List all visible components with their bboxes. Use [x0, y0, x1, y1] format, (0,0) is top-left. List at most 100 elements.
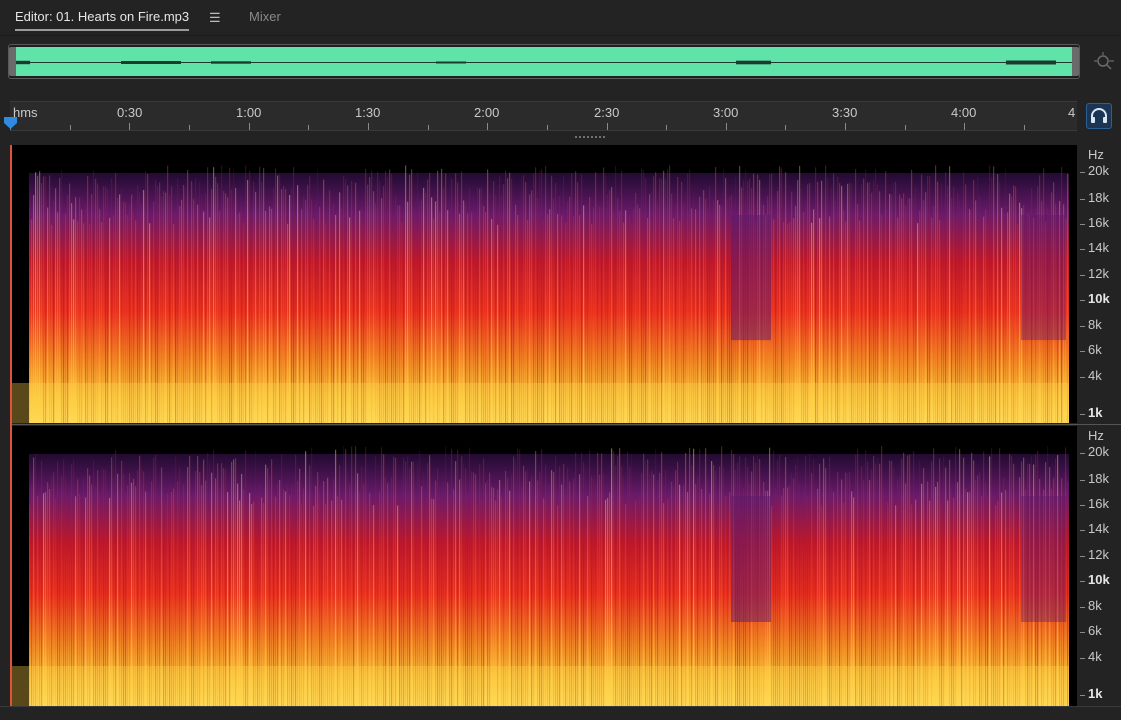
headphones-icon [1091, 108, 1107, 123]
freq-tick [1080, 351, 1085, 352]
freq-tick [1080, 377, 1085, 378]
spectral-channel-right[interactable] [11, 426, 1077, 706]
tab-mixer[interactable]: Mixer [249, 9, 281, 31]
ruler-tick [427, 125, 429, 130]
spectrogram-right [11, 426, 1077, 706]
time-ruler[interactable]: hms 0:30 1:00 1:30 2:00 2:30 3:00 3:30 4… [10, 101, 1077, 131]
freq-label: 8k [1088, 317, 1102, 332]
freq-label: 10k [1088, 291, 1110, 306]
playhead-line [10, 145, 12, 706]
freq-label: 12k [1088, 547, 1109, 562]
ruler-tick [1024, 125, 1026, 130]
freq-label: 1k [1088, 405, 1103, 420]
freq-label: 12k [1088, 266, 1109, 281]
freq-unit-label: Hz [1088, 147, 1104, 162]
ruler-tick [546, 125, 548, 130]
playhead-marker[interactable] [4, 117, 17, 129]
freq-tick [1080, 414, 1085, 415]
ruler-tick [845, 123, 847, 130]
freq-label: 16k [1088, 496, 1109, 511]
freq-label: 16k [1088, 215, 1109, 230]
status-strip [0, 706, 1121, 720]
freq-label: 18k [1088, 471, 1109, 486]
spectrogram-upper-band [11, 145, 1077, 173]
zoom-navigator-icon[interactable] [1093, 51, 1115, 73]
freq-tick [1080, 607, 1085, 608]
ruler-tick [487, 123, 489, 130]
ruler-tick [725, 123, 727, 130]
freq-label: 14k [1088, 240, 1109, 255]
ruler-tick [308, 125, 310, 130]
spectrogram-low-band [11, 666, 1069, 706]
spectrogram-intro [11, 145, 29, 383]
panel-tab-bar: Editor: 01. Hearts on Fire.mp3 ☰ Mixer [0, 0, 1121, 36]
spectrogram-upper-band [11, 426, 1077, 454]
freq-label: 6k [1088, 342, 1102, 357]
overview-waveform[interactable] [8, 44, 1080, 79]
ruler-label: 1:30 [355, 105, 381, 120]
panel-resize-handle[interactable] [574, 135, 606, 139]
overview-left-handle[interactable] [9, 47, 16, 76]
overview-right-handle[interactable] [1072, 47, 1079, 76]
spectrogram-left [11, 145, 1077, 423]
ruler-label: 2:00 [474, 105, 500, 120]
freq-tick [1080, 224, 1085, 225]
ruler-tick [367, 123, 369, 130]
freq-label: 20k [1088, 444, 1109, 459]
freq-tick [1080, 275, 1085, 276]
freq-tick [1080, 453, 1085, 454]
freq-tick [1080, 556, 1085, 557]
freq-label: 4k [1088, 368, 1102, 383]
freq-tick [1080, 581, 1085, 582]
frequency-scale-left: Hz 20k 18k 16k 14k 12k 10k 8k 6k 4k 1k [1080, 145, 1121, 423]
ruler-label: 4:00 [951, 105, 977, 120]
ruler-label: 3:30 [832, 105, 858, 120]
freq-unit-label: Hz [1088, 428, 1104, 443]
ruler-label: 1:00 [236, 105, 262, 120]
monitor-input-button[interactable] [1086, 103, 1112, 129]
freq-label: 8k [1088, 598, 1102, 613]
ruler-tick [666, 125, 668, 130]
overview-waveform-line [16, 60, 1072, 65]
freq-label: 20k [1088, 163, 1109, 178]
freq-tick [1080, 480, 1085, 481]
ruler-label: 0:30 [117, 105, 143, 120]
ruler-tick [69, 125, 71, 130]
freq-tick [1080, 326, 1085, 327]
frequency-scale-right: Hz 20k 18k 16k 14k 12k 10k 8k 6k 4k 1k [1080, 426, 1121, 706]
ruler-tick [129, 123, 131, 130]
ruler-tick [964, 123, 966, 130]
freq-tick [1080, 172, 1085, 173]
spectrogram-low-band [11, 383, 1069, 423]
spectrogram-quiet-region [1021, 496, 1066, 622]
channel-divider [11, 424, 1121, 425]
spectrogram-quiet-region [731, 496, 771, 622]
freq-label: 18k [1088, 190, 1109, 205]
ruler-tick [904, 125, 906, 130]
ruler-label: 3:00 [713, 105, 739, 120]
spectrogram-quiet-region [731, 215, 771, 341]
freq-tick [1080, 505, 1085, 506]
spectrogram-quiet-region [1021, 215, 1066, 341]
freq-tick [1080, 300, 1085, 301]
spectrogram-intro [11, 426, 29, 666]
ruler-label: 2:30 [594, 105, 620, 120]
freq-tick [1080, 695, 1085, 696]
freq-tick [1080, 530, 1085, 531]
ruler-tick [785, 125, 787, 130]
tab-editor[interactable]: Editor: 01. Hearts on Fire.mp3 [15, 9, 190, 31]
ruler-label: 4 [1068, 105, 1076, 120]
freq-label: 4k [1088, 649, 1102, 664]
freq-tick [1080, 199, 1085, 200]
freq-label: 1k [1088, 686, 1103, 701]
freq-tick [1080, 249, 1085, 250]
freq-label: 10k [1088, 572, 1110, 587]
ruler-tick [188, 125, 190, 130]
ruler-tick [248, 123, 250, 130]
freq-tick [1080, 658, 1085, 659]
freq-tick [1080, 632, 1085, 633]
spectral-channel-left[interactable] [11, 145, 1077, 423]
ruler-tick [606, 123, 608, 130]
freq-label: 14k [1088, 521, 1109, 536]
panel-menu-icon[interactable]: ☰ [209, 10, 221, 26]
